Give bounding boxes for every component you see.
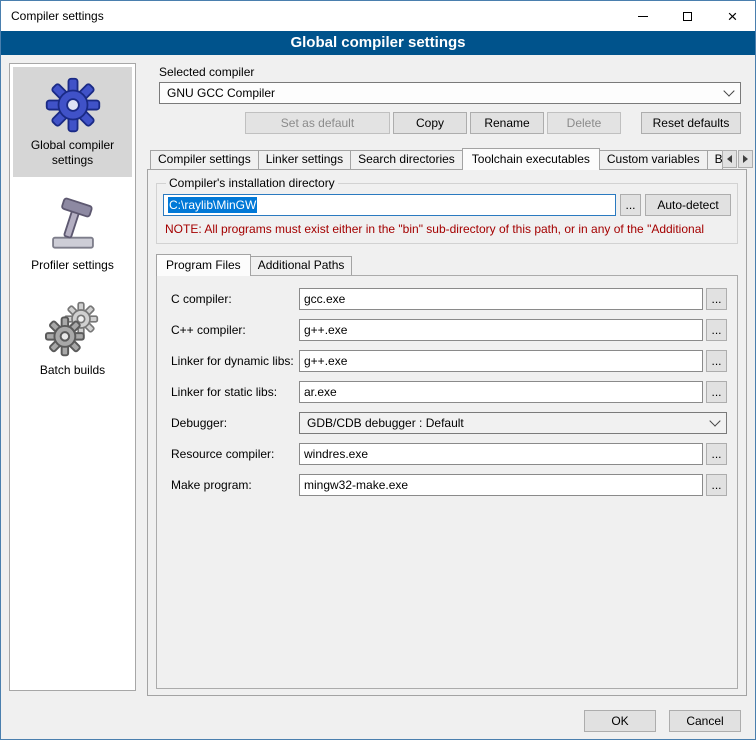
- selected-compiler-value: GNU GCC Compiler: [167, 86, 275, 100]
- rename-button[interactable]: Rename: [470, 112, 544, 134]
- linker-dynamic-row: Linker for dynamic libs: g++.exe ...: [171, 350, 727, 372]
- tab-search-directories[interactable]: Search directories: [350, 150, 463, 169]
- settings-tabstrip: Compiler settings Linker settings Search…: [147, 148, 747, 169]
- linker-dynamic-value: g++.exe: [304, 354, 347, 368]
- c-compiler-label: C compiler:: [171, 292, 299, 306]
- tab-scroll-right-button[interactable]: [738, 150, 753, 168]
- c-compiler-browse-button[interactable]: ...: [706, 288, 727, 310]
- main-panel: Selected compiler GNU GCC Compiler Set a…: [147, 59, 747, 696]
- profiler-hammer-icon: [44, 196, 102, 254]
- installation-directory-legend: Compiler's installation directory: [166, 176, 338, 190]
- linker-dynamic-label: Linker for dynamic libs:: [171, 354, 299, 368]
- debugger-label: Debugger:: [171, 416, 299, 430]
- resource-compiler-value: windres.exe: [304, 447, 368, 461]
- linker-dynamic-input[interactable]: g++.exe: [299, 350, 703, 372]
- chevron-down-icon: [723, 85, 734, 96]
- left-arrow-icon: [727, 155, 732, 163]
- resource-compiler-browse-button[interactable]: ...: [706, 443, 727, 465]
- dialog-header: Global compiler settings: [1, 31, 755, 55]
- maximize-button[interactable]: [665, 1, 710, 31]
- debugger-row: Debugger: GDB/CDB debugger : Default: [171, 412, 727, 434]
- program-files-panel: C compiler: gcc.exe ... C++ compiler: g+…: [156, 275, 738, 689]
- installation-note: NOTE: All programs must exist either in …: [165, 222, 731, 236]
- make-program-row: Make program: mingw32-make.exe ...: [171, 474, 727, 496]
- window-title: Compiler settings: [1, 9, 104, 23]
- make-program-input[interactable]: mingw32-make.exe: [299, 474, 703, 496]
- cancel-button[interactable]: Cancel: [669, 710, 741, 732]
- compiler-settings-window: Compiler settings × Global compiler sett…: [0, 0, 756, 740]
- sidebar-item-profiler-settings[interactable]: Profiler settings: [13, 187, 132, 282]
- installation-directory-input[interactable]: C:\raylib\MinGW: [163, 194, 616, 216]
- sidebar-item-global-compiler-settings[interactable]: Global compiler settings: [13, 67, 132, 177]
- linker-static-row: Linker for static libs: ar.exe ...: [171, 381, 727, 403]
- close-icon: ×: [728, 8, 738, 25]
- tab-custom-variables[interactable]: Custom variables: [599, 150, 708, 169]
- tab-program-files[interactable]: Program Files: [156, 254, 251, 276]
- maximize-icon: [683, 12, 692, 21]
- linker-static-label: Linker for static libs:: [171, 385, 299, 399]
- ok-button[interactable]: OK: [584, 710, 656, 732]
- gray-gears-icon: [44, 301, 102, 359]
- set-as-default-button[interactable]: Set as default: [245, 112, 390, 134]
- c-compiler-row: C compiler: gcc.exe ...: [171, 288, 727, 310]
- sidebar-item-batch-builds[interactable]: Batch builds: [13, 292, 132, 387]
- cpp-compiler-input[interactable]: g++.exe: [299, 319, 703, 341]
- sidebar-item-label: Batch builds: [40, 363, 105, 378]
- settings-sidebar: Global compiler settings Profiler settin…: [9, 63, 136, 691]
- make-program-browse-button[interactable]: ...: [706, 474, 727, 496]
- minimize-icon: [638, 16, 648, 17]
- linker-static-value: ar.exe: [304, 385, 337, 399]
- compiler-action-buttons: Set as default Copy Rename Delete Reset …: [159, 112, 741, 134]
- minimize-button[interactable]: [620, 1, 665, 31]
- installation-directory-group: Compiler's installation directory C:\ray…: [156, 176, 738, 244]
- program-tabstrip: Program Files Additional Paths: [156, 254, 746, 275]
- copy-button[interactable]: Copy: [393, 112, 467, 134]
- cpp-compiler-row: C++ compiler: g++.exe ...: [171, 319, 727, 341]
- chevron-down-icon: [709, 415, 720, 426]
- titlebar: Compiler settings ×: [1, 1, 755, 31]
- installation-directory-selected-text: C:\raylib\MinGW: [168, 197, 257, 213]
- dialog-footer: OK Cancel: [584, 710, 741, 732]
- reset-defaults-button[interactable]: Reset defaults: [641, 112, 741, 134]
- sidebar-item-label: Global compiler settings: [15, 138, 130, 168]
- installation-directory-browse-button[interactable]: ...: [620, 194, 641, 216]
- window-controls: ×: [620, 1, 755, 31]
- resource-compiler-label: Resource compiler:: [171, 447, 299, 461]
- cpp-compiler-browse-button[interactable]: ...: [706, 319, 727, 341]
- toolchain-executables-panel: Compiler's installation directory C:\ray…: [147, 169, 747, 696]
- make-program-label: Make program:: [171, 478, 299, 492]
- sidebar-item-label: Profiler settings: [31, 258, 114, 273]
- blue-gear-icon: [44, 76, 102, 134]
- make-program-value: mingw32-make.exe: [304, 478, 408, 492]
- linker-dynamic-browse-button[interactable]: ...: [706, 350, 727, 372]
- selected-compiler-dropdown[interactable]: GNU GCC Compiler: [159, 82, 741, 104]
- tab-build-options-clipped[interactable]: Buil: [707, 150, 723, 169]
- installation-directory-row: C:\raylib\MinGW ... Auto-detect: [163, 194, 731, 216]
- close-button[interactable]: ×: [710, 1, 755, 31]
- debugger-dropdown[interactable]: GDB/CDB debugger : Default: [299, 412, 727, 434]
- autodetect-button[interactable]: Auto-detect: [645, 194, 731, 216]
- tab-linker-settings[interactable]: Linker settings: [258, 150, 351, 169]
- cpp-compiler-value: g++.exe: [304, 323, 347, 337]
- resource-compiler-row: Resource compiler: windres.exe ...: [171, 443, 727, 465]
- tab-additional-paths[interactable]: Additional Paths: [250, 256, 353, 275]
- c-compiler-input[interactable]: gcc.exe: [299, 288, 703, 310]
- delete-button[interactable]: Delete: [547, 112, 621, 134]
- tab-compiler-settings[interactable]: Compiler settings: [150, 150, 259, 169]
- linker-static-input[interactable]: ar.exe: [299, 381, 703, 403]
- tab-toolchain-executables[interactable]: Toolchain executables: [462, 148, 600, 170]
- right-arrow-icon: [743, 155, 748, 163]
- c-compiler-value: gcc.exe: [304, 292, 345, 306]
- tab-scroll-left-button[interactable]: [722, 150, 737, 168]
- selected-compiler-label: Selected compiler: [159, 65, 747, 79]
- debugger-value: GDB/CDB debugger : Default: [307, 416, 464, 430]
- dialog-body: Global compiler settings Profiler settin…: [1, 55, 755, 739]
- cpp-compiler-label: C++ compiler:: [171, 323, 299, 337]
- tab-scrollers: [722, 150, 753, 168]
- linker-static-browse-button[interactable]: ...: [706, 381, 727, 403]
- resource-compiler-input[interactable]: windres.exe: [299, 443, 703, 465]
